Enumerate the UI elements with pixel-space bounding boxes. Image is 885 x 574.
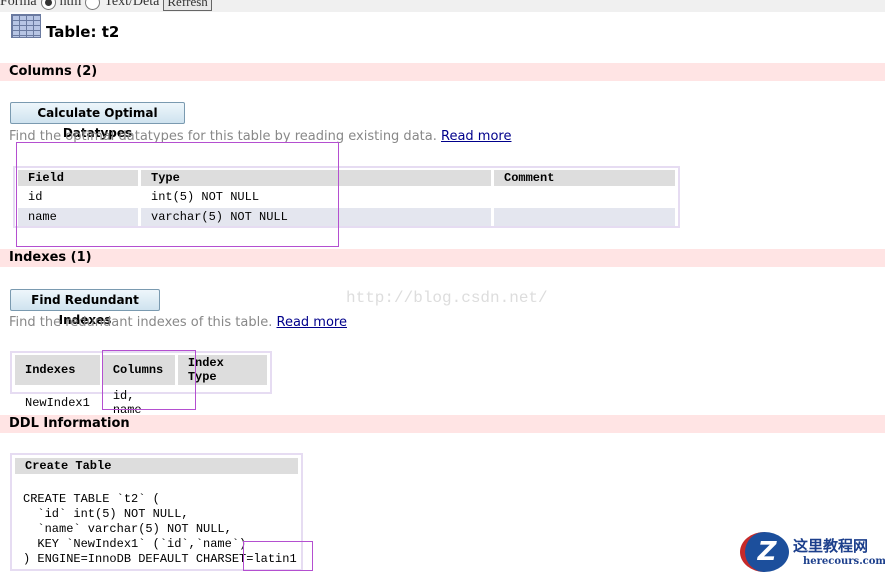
- cell: [494, 188, 675, 206]
- radio-text-label: Text/Deta: [104, 0, 160, 9]
- read-more-link[interactable]: Read more: [441, 129, 511, 144]
- logo-text: 这里教程网: [793, 537, 869, 555]
- table-icon: [11, 14, 41, 38]
- logo-url: herecours.com: [803, 556, 885, 567]
- col-header-comment: Comment: [494, 170, 675, 186]
- refresh-button[interactable]: Refresh: [163, 0, 212, 11]
- find-redundant-indexes-button[interactable]: Find Redundant Indexes: [10, 289, 160, 327]
- cell: [494, 208, 675, 226]
- indexes-desc-text: Find the redundant indexes of this table…: [9, 315, 273, 330]
- indexes-description: Find the redundant indexes of this table…: [9, 315, 347, 330]
- idx-header-indexes: Indexes: [15, 355, 100, 385]
- watermark: http://blog.csdn.net/: [346, 289, 548, 307]
- indexes-heading: Indexes (1): [0, 249, 885, 267]
- format-toolbar: Forma htm Text/Deta Refresh: [0, 0, 885, 12]
- radio-html-label: htm: [59, 0, 82, 9]
- format-label: Forma: [0, 0, 37, 9]
- calculate-optimal-datatypes-button[interactable]: Calculate Optimal Datatypes: [10, 102, 185, 140]
- page-title: Table: t2: [46, 23, 120, 41]
- highlight-box: [243, 541, 313, 571]
- columns-heading: Columns (2): [0, 63, 885, 81]
- highlight-box: [16, 142, 339, 247]
- ddl-heading: DDL Information: [0, 415, 885, 433]
- radio-html[interactable]: [40, 0, 56, 10]
- read-more-link[interactable]: Read more: [277, 315, 347, 330]
- ddl-header: Create Table: [15, 458, 298, 474]
- logo-icon: Z: [740, 532, 789, 572]
- highlight-box: [102, 350, 196, 410]
- radio-text[interactable]: [85, 0, 101, 10]
